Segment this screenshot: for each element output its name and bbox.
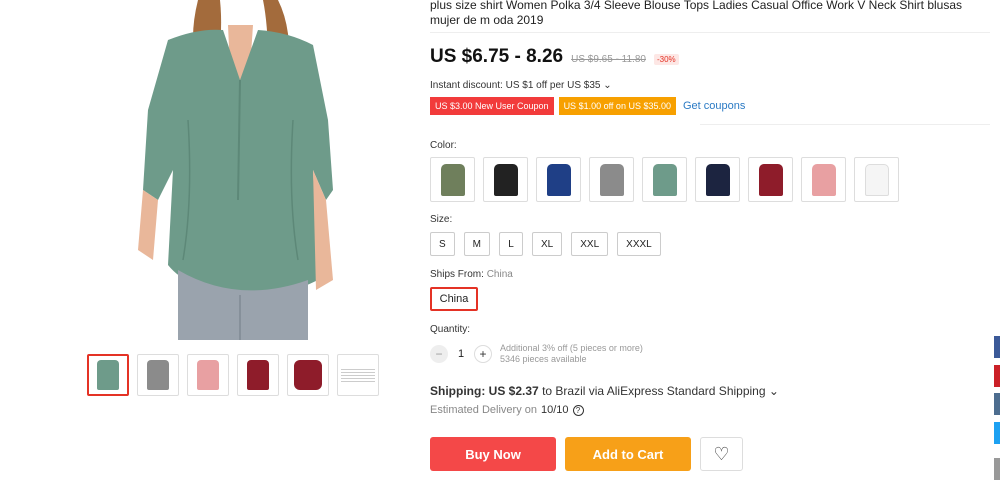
- color-option-6[interactable]: [695, 157, 740, 202]
- shipping-label: Shipping:: [430, 384, 486, 398]
- color-option-9[interactable]: [854, 157, 899, 202]
- heart-icon: ♡: [713, 443, 730, 464]
- color-option-8[interactable]: [801, 157, 846, 202]
- delivery-label: Estimated Delivery on: [430, 404, 537, 416]
- blouse-model-image: [138, 0, 333, 340]
- thumb-image: [247, 360, 269, 390]
- size-option-m[interactable]: M: [463, 232, 491, 256]
- ships-from-title: Ships From:: [430, 269, 484, 280]
- shirt-thumb: [652, 163, 677, 196]
- thumb-image: [147, 360, 169, 390]
- new-user-coupon[interactable]: US $3.00 New User Coupon: [430, 97, 554, 115]
- shirt-thumb: [705, 163, 730, 196]
- color-option-2[interactable]: [483, 157, 528, 202]
- thumb-image: [294, 360, 322, 390]
- thumbnail-2[interactable]: [137, 354, 179, 396]
- instant-discount[interactable]: Instant discount: US $1 off per US $35 ⌄: [430, 80, 612, 91]
- price-row: US $6.75 - 8.26 US $9.65 - 11.80 -30%: [430, 46, 679, 68]
- thumbnail-1[interactable]: [87, 354, 129, 396]
- shirt-thumb: [758, 163, 783, 196]
- add-to-cart-button[interactable]: Add to Cart: [565, 437, 691, 471]
- help-icon[interactable]: ?: [572, 404, 584, 416]
- size-option-l[interactable]: L: [499, 232, 524, 256]
- thumbnail-3[interactable]: [187, 354, 229, 396]
- quantity-label: Quantity:: [430, 324, 471, 335]
- size-chart-thumb: [341, 368, 375, 382]
- price: US $6.75 - 8.26: [430, 46, 564, 67]
- divider: [700, 124, 990, 125]
- shirt-thumb: [493, 163, 518, 196]
- quantity-stepper: − 1 + Additional 3% off (5 pieces or mor…: [430, 343, 643, 365]
- color-option-7[interactable]: [748, 157, 793, 202]
- product-title: plus size shirt Women Polka 3/4 Sleeve B…: [430, 0, 963, 27]
- size-option-s[interactable]: S: [430, 232, 455, 256]
- thumbnail-4[interactable]: [237, 354, 279, 396]
- facebook-share-icon[interactable]: [994, 336, 1000, 358]
- shirt-thumb: [546, 163, 571, 196]
- shirt-thumb: [811, 163, 836, 196]
- coupon-row: US $3.00 New User Coupon US $1.00 off on…: [430, 97, 745, 115]
- quantity-input[interactable]: 1: [448, 348, 474, 360]
- color-option-4[interactable]: [589, 157, 634, 202]
- ships-from-china-option[interactable]: China: [430, 287, 478, 311]
- color-options: [430, 157, 899, 202]
- color-option-5[interactable]: [642, 157, 687, 202]
- shipping-cost: US $2.37: [488, 384, 539, 398]
- main-product-image: [128, 0, 343, 340]
- size-option-xxxl[interactable]: XXXL: [617, 232, 661, 256]
- store-coupon[interactable]: US $1.00 off on US $35.00: [558, 97, 676, 115]
- divider: [430, 32, 990, 33]
- thumbnail-5[interactable]: [287, 354, 329, 396]
- thumb-image: [197, 360, 219, 390]
- color-label: Color:: [430, 140, 457, 151]
- buy-now-button[interactable]: Buy Now: [430, 437, 556, 471]
- ships-from-label: Ships From: China: [430, 269, 513, 280]
- ships-from-value: China: [486, 269, 513, 280]
- quantity-decrease-button[interactable]: −: [430, 345, 448, 363]
- size-options: S M L XL XXL XXXL: [430, 232, 661, 256]
- twitter-share-icon[interactable]: [994, 422, 1000, 444]
- more-share-icon[interactable]: [994, 458, 1000, 480]
- vk-share-icon[interactable]: [994, 393, 1000, 415]
- original-price: US $9.65 - 11.80: [571, 54, 646, 65]
- shirt-thumb: [864, 163, 889, 196]
- discount-badge: -30%: [653, 54, 679, 65]
- thumb-image: [97, 360, 119, 390]
- shirt-thumb: [599, 163, 624, 196]
- thumbnail-6[interactable]: [337, 354, 379, 396]
- action-buttons: Buy Now Add to Cart ♡: [430, 437, 743, 471]
- shipping-method: to Brazil via AliExpress Standard Shippi…: [542, 384, 779, 398]
- pinterest-share-icon[interactable]: [994, 365, 1000, 387]
- quantity-info: Additional 3% off (5 pieces or more) 534…: [500, 343, 643, 365]
- color-option-3[interactable]: [536, 157, 581, 202]
- size-option-xl[interactable]: XL: [532, 232, 563, 256]
- wishlist-button[interactable]: ♡: [700, 437, 743, 471]
- delivery-date: 10/10: [541, 404, 569, 416]
- get-coupons-link[interactable]: Get coupons: [683, 100, 745, 112]
- estimated-delivery: Estimated Delivery on 10/10 ?: [430, 404, 584, 416]
- thumbnail-strip: [87, 354, 379, 396]
- shirt-thumb: [440, 163, 465, 196]
- color-option-1[interactable]: [430, 157, 475, 202]
- size-label: Size:: [430, 214, 453, 225]
- quantity-increase-button[interactable]: +: [474, 345, 492, 363]
- bulk-discount-note: Additional 3% off (5 pieces or more): [500, 343, 643, 353]
- pieces-available: 5346 pieces available: [500, 354, 587, 364]
- size-option-xxl[interactable]: XXL: [571, 232, 609, 256]
- shipping-info[interactable]: Shipping: US $2.37 to Brazil via AliExpr…: [430, 384, 779, 398]
